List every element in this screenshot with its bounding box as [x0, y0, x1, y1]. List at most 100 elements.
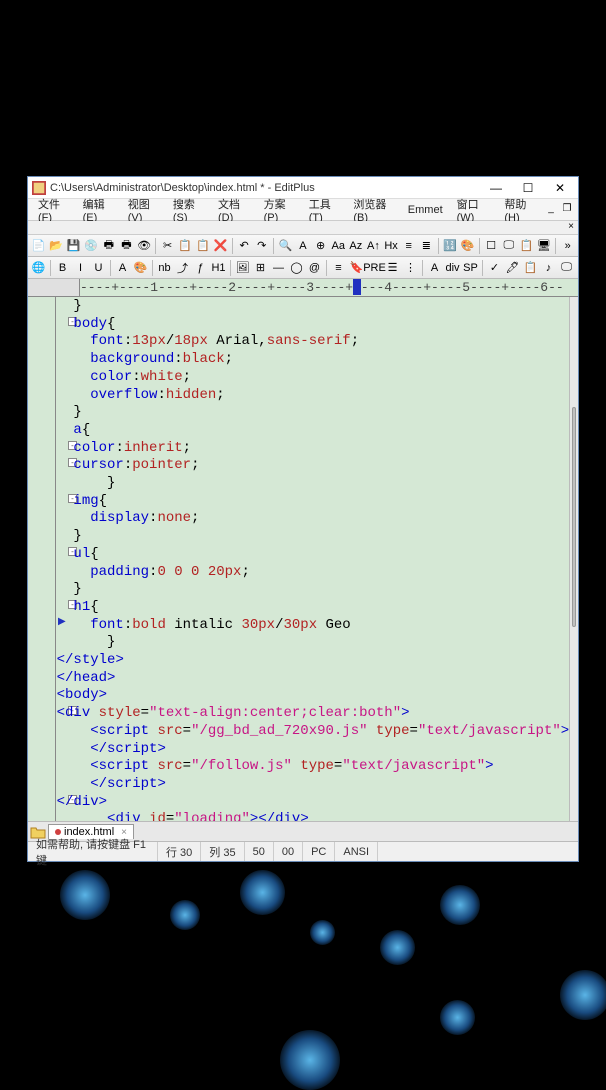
toolbar-button[interactable]: 🔍	[277, 237, 294, 254]
code-line[interactable]: <div id="loading"></div>	[57, 811, 570, 821]
code-line[interactable]: h1{	[57, 599, 570, 617]
toolbar-button[interactable]: A	[114, 259, 131, 276]
code-line[interactable]: <div style="text-align:center;clear:both…	[57, 705, 570, 723]
toolbar-button[interactable]: —	[270, 259, 287, 276]
toolbar-button[interactable]: ↶	[236, 237, 253, 254]
code-line[interactable]: }	[57, 581, 570, 599]
toolbar-button[interactable]: SP	[462, 259, 479, 276]
code-line[interactable]: img{	[57, 493, 570, 511]
toolbar-button[interactable]: nb	[156, 259, 173, 276]
status-num1: 50	[245, 842, 274, 861]
toolbar-button[interactable]: A↑	[365, 237, 382, 254]
gutter[interactable]: --------▶	[28, 297, 56, 821]
toolbar-button[interactable]: ⊕	[312, 237, 329, 254]
code-line[interactable]: }	[57, 634, 570, 652]
code-line[interactable]: display:none;	[57, 510, 570, 528]
toolbar-button[interactable]: ↷	[253, 237, 270, 254]
toolbar-button[interactable]: 📋	[518, 237, 535, 254]
scrollbar-thumb[interactable]	[572, 407, 576, 627]
vertical-scrollbar[interactable]	[569, 297, 578, 821]
code-line[interactable]: }	[57, 298, 570, 316]
toolbar-button[interactable]: B	[54, 259, 71, 276]
toolbar-button[interactable]: 📂	[48, 237, 65, 254]
code-line[interactable]: font:bold intalic 30px/30px Geo	[57, 617, 570, 635]
ruler-caret	[353, 279, 361, 295]
toolbar-button[interactable]: ⊞	[252, 259, 269, 276]
toolbar-button[interactable]: Az	[348, 237, 365, 254]
toolbar-button[interactable]: ◯	[288, 259, 305, 276]
code-line[interactable]: <body>	[57, 687, 570, 705]
doc-close-button[interactable]: ×	[568, 221, 574, 234]
toolbar-button[interactable]: 💿	[83, 237, 100, 254]
code-line[interactable]: overflow:hidden;	[57, 387, 570, 405]
code-line[interactable]: </script>	[57, 776, 570, 794]
doc-restore-button[interactable]: ❐	[560, 203, 574, 217]
toolbar-button[interactable]: 🔢	[442, 237, 459, 254]
code-line[interactable]: background:black;	[57, 351, 570, 369]
close-button[interactable]: ✕	[546, 180, 574, 196]
code-line[interactable]: <script src="/follow.js" type="text/java…	[57, 758, 570, 776]
toolbar-button[interactable]: 📄	[30, 237, 47, 254]
code-line[interactable]: </script>	[57, 741, 570, 759]
doc-minimize-button[interactable]: _	[544, 203, 558, 217]
toolbar-button[interactable]: ☐	[483, 237, 500, 254]
code-line[interactable]: }	[57, 404, 570, 422]
toolbar-button[interactable]: 🖵	[500, 237, 517, 254]
toolbar-button[interactable]: ☰	[384, 259, 401, 276]
status-line: 行 30	[158, 842, 201, 861]
toolbar-button[interactable]: ⤴	[174, 259, 191, 276]
toolbar-button[interactable]: Aa	[330, 237, 347, 254]
toolbar-button[interactable]: 🖵	[558, 259, 575, 276]
menubar: 文件(F)编辑(E)视图(V)搜索(S)文档(D)方案(P)工具(T)浏览器(B…	[28, 199, 578, 221]
code-line[interactable]: }	[57, 475, 570, 493]
toolbar-button[interactable]: U	[90, 259, 107, 276]
menu-item[interactable]: Emmet	[402, 202, 449, 218]
toolbar-button[interactable]: ❌	[212, 237, 229, 254]
toolbar-button[interactable]: ≡	[400, 237, 417, 254]
code-line[interactable]: <script src="/gg_bd_ad_720x90.js" type="…	[57, 723, 570, 741]
toolbar-button[interactable]: ≡	[330, 259, 347, 276]
toolbar-button[interactable]: ✂	[159, 237, 176, 254]
editor[interactable]: --------▶ } body{ font:13px/18px Arial,s…	[28, 297, 578, 821]
toolbar-button[interactable]: ≣	[418, 237, 435, 254]
code-area[interactable]: } body{ font:13px/18px Arial,sans-serif;…	[56, 297, 570, 821]
toolbar-button[interactable]: I	[72, 259, 89, 276]
toolbar-button[interactable]: 🖶	[118, 237, 135, 254]
code-line[interactable]: a{	[57, 422, 570, 440]
code-line[interactable]: }	[57, 528, 570, 546]
code-line[interactable]: color:inherit;	[57, 440, 570, 458]
toolbar-button[interactable]: A	[426, 259, 443, 276]
code-line[interactable]: font:13px/18px Arial,sans-serif;	[57, 333, 570, 351]
toolbar-button[interactable]: 🖊	[504, 259, 521, 276]
toolbar-button[interactable]: 🖶	[101, 237, 118, 254]
toolbar-button[interactable]: PRE	[366, 259, 383, 276]
code-line[interactable]: color:white;	[57, 369, 570, 387]
code-line[interactable]: body{	[57, 316, 570, 334]
toolbar-button[interactable]: 📋	[177, 237, 194, 254]
toolbar-button[interactable]: @	[306, 259, 323, 276]
toolbar-button[interactable]: 🖥	[536, 237, 553, 254]
toolbar-button[interactable]: A	[295, 237, 312, 254]
toolbar-button[interactable]: 🎨	[459, 237, 476, 254]
toolbar-button[interactable]: 🌐	[30, 259, 47, 276]
code-line[interactable]: cursor:pointer;	[57, 457, 570, 475]
toolbar-button[interactable]: »	[559, 237, 576, 254]
toolbar-button[interactable]: H1	[210, 259, 227, 276]
toolbar-button[interactable]: 👁	[136, 237, 153, 254]
toolbar-button[interactable]: 📋	[195, 237, 212, 254]
toolbar-button[interactable]: ⋮	[402, 259, 419, 276]
code-line[interactable]: </head>	[57, 670, 570, 688]
code-line[interactable]: </div>	[57, 794, 570, 812]
toolbar-button[interactable]: div	[444, 259, 461, 276]
toolbar-button[interactable]: 📋	[522, 259, 539, 276]
toolbar-button[interactable]: 🎨	[132, 259, 149, 276]
code-line[interactable]: ul{	[57, 546, 570, 564]
toolbar-button[interactable]: ƒ	[192, 259, 209, 276]
toolbar-button[interactable]: ✓	[486, 259, 503, 276]
code-line[interactable]: padding:0 0 0 20px;	[57, 564, 570, 582]
toolbar-button[interactable]: Hx	[383, 237, 400, 254]
toolbar-button[interactable]: 💾	[65, 237, 82, 254]
toolbar-button[interactable]: ♪	[540, 259, 557, 276]
code-line[interactable]: </style>	[57, 652, 570, 670]
toolbar-button[interactable]: 🖼	[234, 259, 251, 276]
